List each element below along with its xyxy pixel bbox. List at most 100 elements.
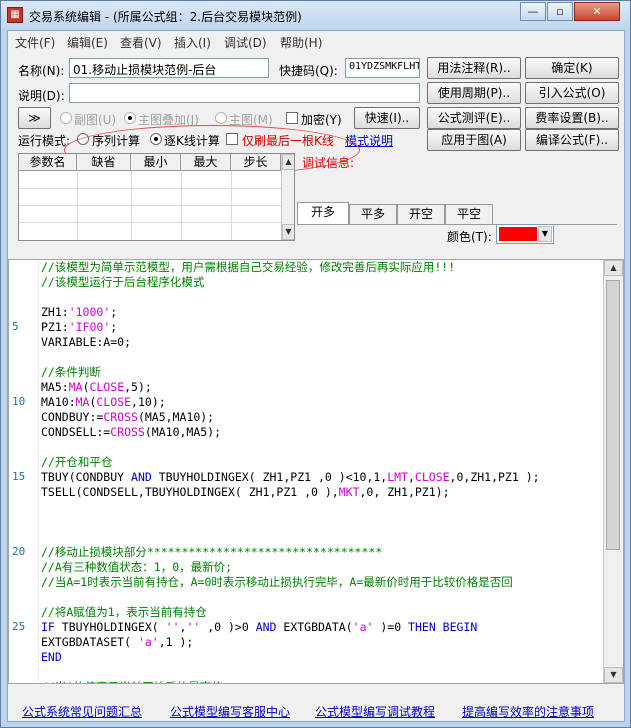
description-field[interactable]	[69, 83, 420, 103]
line-number: 10	[12, 395, 26, 408]
tab-open-long[interactable]: 开多	[297, 202, 349, 224]
code-line[interactable]: //开仓和平仓	[41, 455, 112, 470]
grid-app-icon: ▦	[7, 7, 23, 23]
tab-close-long[interactable]: 平多	[349, 204, 397, 224]
scroll-up-icon[interactable]: ▲	[604, 260, 623, 276]
code-line[interactable]: MA10:MA(CLOSE,10);	[41, 395, 166, 410]
code-token: MKT	[338, 485, 360, 499]
code-token: ;	[110, 305, 118, 319]
scroll-thumb[interactable]	[606, 280, 620, 550]
code-token: MA	[75, 395, 90, 409]
menu-debug[interactable]: 调试(D)	[224, 34, 267, 51]
code-line[interactable]: END	[41, 650, 62, 665]
param-table-scrollbar[interactable]: ▲ ▼	[281, 154, 294, 240]
tab-open-short[interactable]: 开空	[397, 204, 445, 224]
color-picker[interactable]: ▼	[496, 224, 554, 244]
grid-divider	[131, 171, 132, 240]
debug-tutorial-link[interactable]: 公式模型编写调试教程	[315, 703, 435, 720]
code-line[interactable]: //移动止损模块部分******************************…	[41, 545, 382, 560]
code-line[interactable]: CONDSELL:=CROSS(MA10,MA5);	[41, 425, 221, 440]
code-token: 'IF00'	[68, 320, 111, 334]
menu-bar: 文件(F) 编辑(E) 查看(V) 插入(I) 调试(D) 帮助(H)	[8, 31, 624, 51]
code-token: CLOSE	[96, 395, 132, 409]
code-line[interactable]: IF TBUYHOLDINGEX( '','' ,0 )>0 AND EXTGB…	[41, 620, 477, 635]
code-editor[interactable]: 5 10 15 20 25 //该模型为简单示范模型，用户需根据自己交易经验，修…	[8, 259, 624, 684]
code-token: TBUYHOLDINGEX(	[54, 620, 166, 634]
param-header-default[interactable]: 缺省	[77, 154, 131, 171]
usage-period-button[interactable]: 使用周期(P)..	[427, 82, 521, 104]
mainchart-radio[interactable]	[215, 112, 227, 124]
code-token: ,1 );	[158, 635, 194, 649]
restore-icon[interactable]: ▫	[547, 2, 573, 21]
quick-button[interactable]: 快速(I)..	[354, 107, 420, 129]
grid-row-line	[19, 205, 281, 206]
subchart-radio-label: 副图(U)	[74, 113, 117, 127]
param-header-min[interactable]: 最小	[131, 154, 181, 171]
code-token: TBUYHOLDINGEX( ZH1,PZ1 ,0 )<10,1,	[151, 470, 388, 484]
code-token: MA10:	[41, 395, 76, 409]
code-token: ,0,ZH1,PZ1 );	[449, 470, 540, 484]
code-line[interactable]: //当A的值表示当前开始后的最高价	[41, 680, 223, 683]
description-label: 说明(D):	[18, 89, 65, 103]
code-token: (MA5,MA10);	[137, 410, 215, 424]
param-header-step[interactable]: 步长	[231, 154, 281, 171]
code-text[interactable]: //该模型为简单示范模型，用户需根据自己交易经验，修改完善后再实际应用!!!//…	[41, 260, 601, 683]
menu-help[interactable]: 帮助(H)	[280, 34, 322, 51]
code-token: CROSS	[103, 410, 138, 424]
code-token: EXTGBDATA(	[276, 620, 353, 634]
ok-button[interactable]: 确定(K)	[525, 57, 619, 79]
support-center-link[interactable]: 公式模型编写客服中心	[170, 703, 290, 720]
window-title: 交易系统编辑 - (所属公式组：2.后台交易模块范例)	[29, 10, 302, 24]
param-header-max[interactable]: 最大	[181, 154, 231, 171]
code-line[interactable]: //条件判断	[41, 365, 101, 380]
code-line[interactable]: CONDBUY:=CROSS(MA5,MA10);	[41, 410, 214, 425]
efficiency-tips-link[interactable]: 提高编写效率的注意事项	[462, 703, 594, 720]
code-token: CLOSE	[414, 470, 450, 484]
import-formula-button[interactable]: 引入公式(O)	[525, 82, 619, 104]
code-token: //移动止损模块部分******************************…	[41, 545, 383, 559]
code-token: ,5);	[124, 380, 152, 394]
usage-notes-button[interactable]: 用法注释(R)..	[427, 57, 521, 79]
apply-to-chart-button[interactable]: 应用于图(A)	[427, 129, 521, 151]
code-line[interactable]: //A有三种数值状态：1，0，最新价;	[41, 560, 232, 575]
scroll-down-icon[interactable]: ▼	[604, 667, 623, 683]
code-token: TSELL(CONDSELL,TBUYHOLDINGEX( ZH1,PZ1 ,0…	[41, 485, 339, 499]
shortcut-field[interactable]: 01YDZSMKFLHT	[345, 58, 420, 78]
code-token: //将A赋值为1，表示当前有持仓	[41, 605, 207, 619]
compile-formula-button[interactable]: 编译公式(F)..	[525, 129, 619, 151]
tab-close-short[interactable]: 平空	[445, 204, 493, 224]
menu-view[interactable]: 查看(V)	[120, 34, 162, 51]
code-line[interactable]: //该模型为简单示范模型，用户需根据自己交易经验，修改完善后再实际应用!!!	[41, 260, 455, 275]
debug-info-label: 调试信息:	[302, 156, 355, 170]
code-line[interactable]: ZH1:'1000';	[41, 305, 117, 320]
close-icon[interactable]: ✕	[574, 2, 620, 21]
param-table[interactable]: 参数名 缺省 最小 最大 步长 ▲ ▼	[18, 153, 295, 241]
overlay-radio[interactable]	[124, 112, 136, 124]
encrypt-checkbox[interactable]	[286, 112, 298, 124]
dropdown-arrow-icon[interactable]: ▼	[538, 226, 552, 242]
code-line[interactable]: EXTGBDATASET( 'a',1 );	[41, 635, 193, 650]
menu-file[interactable]: 文件(F)	[15, 34, 55, 51]
fee-settings-button[interactable]: 费率设置(B)..	[525, 107, 619, 129]
expand-button[interactable]: ≫	[18, 107, 51, 129]
menu-edit[interactable]: 编辑(E)	[67, 34, 108, 51]
code-line[interactable]: VARIABLE:A=0;	[41, 335, 131, 350]
code-line[interactable]: TBUY(CONDBUY AND TBUYHOLDINGEX( ZH1,PZ1 …	[41, 470, 540, 485]
scroll-up-icon[interactable]: ▲	[282, 154, 294, 170]
code-line[interactable]: //当A=1时表示当前有持仓，A=0时表示移动止损执行完毕，A=最新价时用于比较…	[41, 575, 513, 590]
menu-insert[interactable]: 插入(I)	[174, 34, 211, 51]
code-line[interactable]: TSELL(CONDSELL,TBUYHOLDINGEX( ZH1,PZ1 ,0…	[41, 485, 450, 500]
scroll-down-icon[interactable]: ▼	[282, 224, 294, 240]
subchart-radio[interactable]	[60, 112, 72, 124]
code-line[interactable]: //该模型运行于后台程序化模式	[41, 275, 204, 290]
formula-test-button[interactable]: 公式测评(E)..	[427, 107, 521, 129]
code-line[interactable]: //将A赋值为1，表示当前有持仓	[41, 605, 207, 620]
title-bar[interactable]: ▦ 交易系统编辑 - (所属公式组：2.后台交易模块范例) — ▫ ✕	[1, 1, 630, 29]
name-field[interactable]: 01.移动止损模块范例-后台	[69, 58, 269, 78]
code-line[interactable]: PZ1:'IF00';	[41, 320, 117, 335]
editor-vertical-scrollbar[interactable]: ▲ ▼	[603, 260, 623, 683]
code-line[interactable]: MA5:MA(CLOSE,5);	[41, 380, 152, 395]
minimize-icon[interactable]: —	[520, 2, 546, 21]
param-header-name[interactable]: 参数名	[19, 154, 77, 171]
faq-link[interactable]: 公式系统常见问题汇总	[22, 703, 142, 720]
